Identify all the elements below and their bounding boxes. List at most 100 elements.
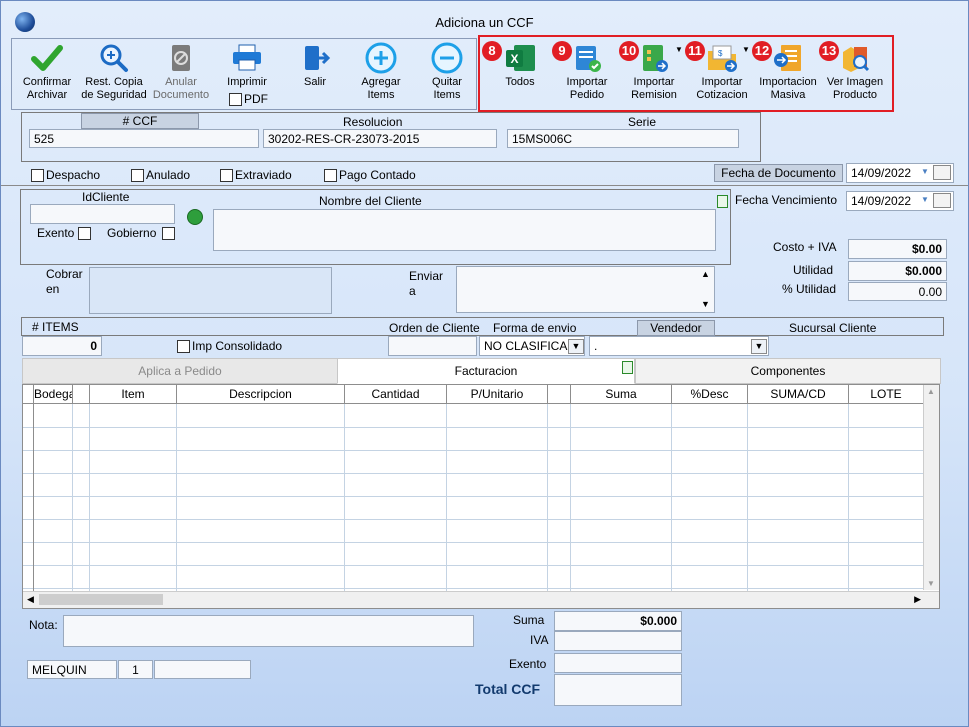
nombre-cliente-label: Nombre del Cliente [319,194,422,208]
col-lote[interactable]: LOTE [849,385,923,403]
tab-facturacion[interactable]: Facturacion [337,358,635,384]
salir-button[interactable]: Salir [285,42,345,89]
exento-total-label: Exento [509,657,547,671]
col-suma[interactable]: Suma [571,385,672,403]
quote-folder-icon: $ [708,45,737,72]
imp-consolidado-label: Imp Consolidado [192,339,283,353]
anular-documento-button[interactable]: Anular Documento [149,42,213,102]
gobierno-checkbox[interactable] [162,227,175,240]
orden-cliente-field[interactable] [388,336,477,356]
chevron-down-icon[interactable]: ▼ [568,339,584,354]
cobrar-en-field[interactable] [89,267,332,314]
cobrar-label-2: en [46,282,60,296]
ccf-field[interactable]: 525 [29,129,259,148]
remove-circle-icon [431,42,463,74]
note-icon[interactable] [622,361,633,374]
divider [1,185,968,186]
total-ccf-field [554,674,682,706]
pago-contado-label: Pago Contado [339,168,416,182]
nombre-cliente-field[interactable] [213,209,716,251]
col-blank-1[interactable] [73,385,90,403]
imp-consolidado-checkbox[interactable] [177,340,190,353]
calendar-dropdown-icon[interactable]: ▼ [921,195,929,204]
scroll-right-icon[interactable]: ▶ [914,594,921,605]
title-bar: Adiciona un CCF [1,1,968,33]
user-number-field: 1 [118,660,153,679]
cotizacion-dropdown-arrow-icon[interactable]: ▼ [742,45,750,54]
scroll-left-icon[interactable]: ◀ [27,594,34,605]
svg-text:X: X [510,52,518,66]
scroll-up-icon[interactable]: ▲ [701,269,710,279]
col-cantidad[interactable]: Cantidad [345,385,447,403]
grid-body[interactable] [23,404,923,591]
product-image-icon [843,47,870,72]
exento-checkbox[interactable] [78,227,91,240]
serie-field[interactable]: 15MS006C [507,129,739,148]
calendar-icon[interactable] [933,193,951,208]
despacho-checkbox[interactable] [31,169,44,182]
horizontal-scrollbar[interactable]: ◀ ▶ [23,591,939,608]
vendedor-select[interactable]: . [589,336,769,356]
quitar-items-button[interactable]: Quitar Items [418,42,476,102]
rest-copia-button[interactable]: Rest. Copia de Seguridad [79,42,149,102]
col-desc[interactable]: %Desc [672,385,748,403]
extraviado-label: Extraviado [235,168,292,182]
idcliente-field[interactable] [30,204,175,224]
despacho-label: Despacho [46,168,101,182]
utilidad-field[interactable]: $0.000 [848,261,947,281]
note-icon[interactable] [717,195,728,208]
col-bodega[interactable]: Bodega [34,385,73,403]
pago-contado-checkbox[interactable] [324,169,337,182]
total-ccf-label: Total CCF [475,681,541,697]
resolucion-field[interactable]: 30202-RES-CR-23073-2015 [263,129,497,148]
items-count-field[interactable]: 0 [22,336,102,356]
agregar-items-button[interactable]: Agregar Items [351,42,411,102]
orden-cliente-label: Orden de Cliente [389,321,480,335]
items-grid[interactable]: Bodega Item Descripcion Cantidad P/Unita… [22,384,940,609]
confirmar-archivar-button[interactable]: Confirmar Archivar [15,42,79,102]
pdf-checkbox[interactable] [229,93,242,106]
magnifier-plus-icon [100,44,128,72]
iva-label: IVA [530,633,549,647]
costo-iva-field[interactable]: $0.00 [848,239,947,259]
scroll-up-icon[interactable]: ▲ [927,387,935,396]
col-blank-2[interactable] [548,385,571,403]
iva-field [554,631,682,651]
gobierno-label: Gobierno [107,226,157,240]
col-item[interactable]: Item [90,385,177,403]
validate-check-icon[interactable] [187,209,203,225]
vertical-scrollbar[interactable]: ▲ ▼ [923,385,939,590]
col-punitario[interactable]: P/Unitario [447,385,548,403]
scrollbar-thumb[interactable] [39,594,163,605]
badge-9: 9 [552,41,572,61]
tab-componentes[interactable]: Componentes [635,358,941,384]
pct-utilidad-field[interactable]: 0.00 [848,282,947,301]
exento-label: Exento [37,226,75,240]
costo-iva-label: Costo + IVA [773,240,837,254]
void-document-icon [172,45,190,71]
chevron-down-icon[interactable]: ▼ [751,339,767,354]
calendar-dropdown-icon[interactable]: ▼ [921,167,929,176]
grid-header: Bodega Item Descripcion Cantidad P/Unita… [23,385,923,404]
nota-field[interactable] [63,615,474,647]
sucursal-cliente-label: Sucursal Cliente [789,321,877,335]
enviar-label-2: a [409,284,416,298]
row-indicator-col [23,385,34,403]
anulado-checkbox[interactable] [131,169,144,182]
col-descripcion[interactable]: Descripcion [177,385,345,403]
bulk-import-icon [774,45,801,71]
resolucion-label: Resolucion [343,115,403,129]
scroll-down-icon[interactable]: ▼ [701,299,710,309]
remision-dropdown-arrow-icon[interactable]: ▼ [675,45,683,54]
main-window: Adiciona un CCF Confirmar Archivar Rest.… [0,0,969,727]
enviar-a-field[interactable] [456,266,715,313]
badge-13: 13 [819,41,839,61]
serie-label: Serie [628,115,657,129]
badge-12: 12 [752,41,772,61]
extraviado-checkbox[interactable] [220,169,233,182]
tab-aplica-pedido[interactable]: Aplica a Pedido [22,358,338,384]
calendar-icon[interactable] [933,165,951,180]
imprimir-button[interactable]: Imprimir [215,42,279,89]
col-suma-cd[interactable]: SUMA/CD [748,385,849,403]
scroll-down-icon[interactable]: ▼ [927,579,935,588]
